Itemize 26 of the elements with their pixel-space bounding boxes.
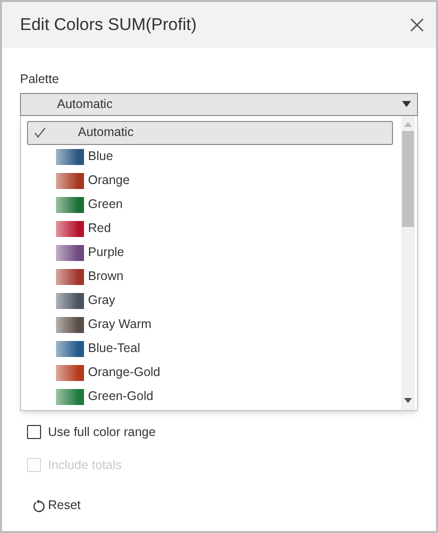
check-icon <box>34 127 46 138</box>
palette-option[interactable]: Blue-Teal <box>27 336 393 361</box>
palette-option[interactable]: Brown <box>27 264 393 289</box>
checkbox-label: Use full color range <box>48 424 156 441</box>
checkbox[interactable] <box>27 425 41 440</box>
palette-option[interactable]: Green <box>27 192 393 217</box>
palette-option[interactable]: Orange-Gold <box>27 360 393 385</box>
scrollbar[interactable] <box>401 116 415 410</box>
caret-icon <box>402 101 411 108</box>
palette-option[interactable]: Purple <box>27 240 393 265</box>
palette-option[interactable]: Blue <box>27 144 393 169</box>
palette-label: Palette <box>20 71 60 88</box>
scroll-up-icon <box>404 122 412 127</box>
palette-option[interactable]: Gray <box>27 288 393 313</box>
close-icon[interactable] <box>408 16 426 34</box>
palette-option[interactable]: Orange <box>27 168 393 193</box>
window-title: Edit Colors SUM(Profit) <box>20 14 197 36</box>
scroll-down-icon <box>404 398 412 403</box>
palette-option[interactable]: Green-Gold <box>27 384 393 409</box>
palette-option[interactable]: Automatic <box>27 120 393 145</box>
reset-button[interactable]: Reset <box>32 496 81 515</box>
reset-icon <box>32 498 46 513</box>
palette-dropdown[interactable]: Automatic <box>20 92 418 116</box>
scrollbar-thumb[interactable] <box>402 130 414 227</box>
palette-option[interactable]: Gray Warm <box>27 312 393 337</box>
palette-option[interactable]: Red <box>27 216 393 241</box>
